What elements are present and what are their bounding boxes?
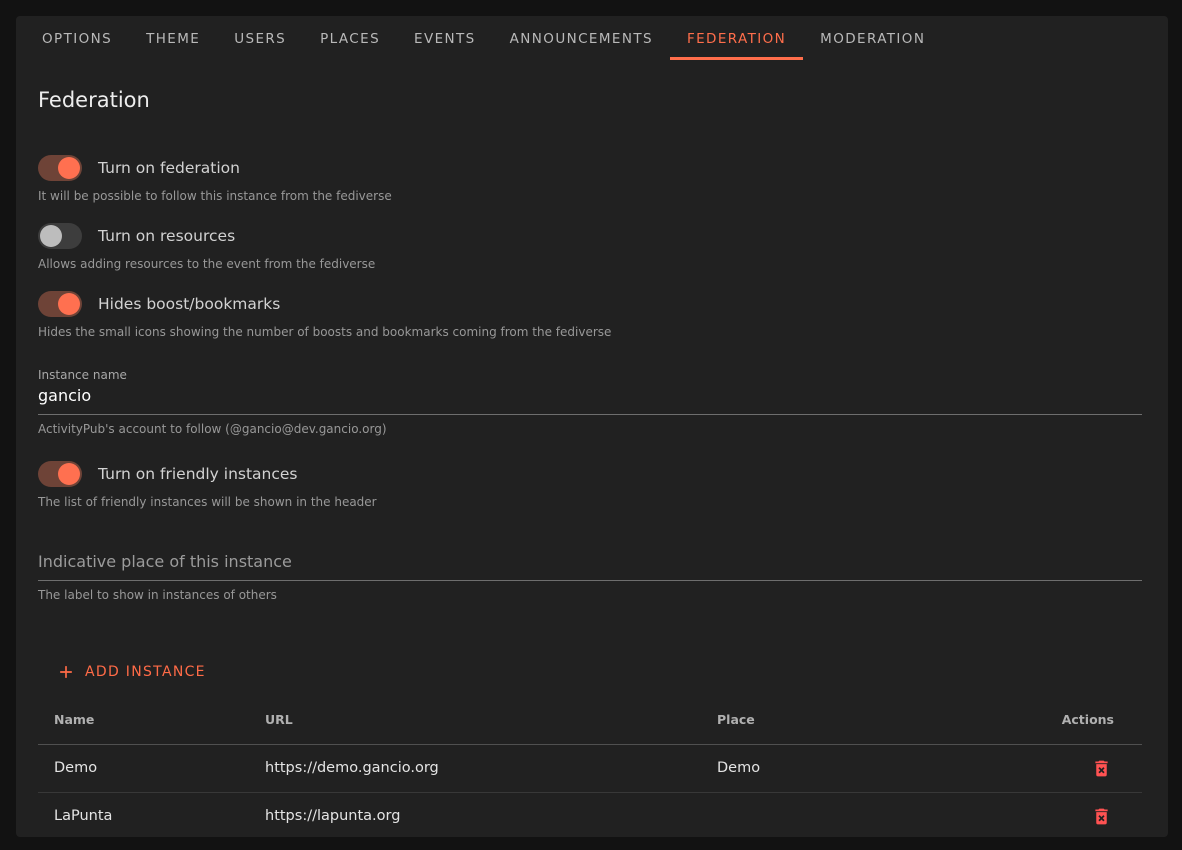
resources-toggle-label: Turn on resources — [98, 227, 235, 245]
instance-name-cell: LaPunta — [38, 792, 249, 837]
trash-delete-forever-icon — [1091, 806, 1112, 827]
column-header-place: Place — [701, 696, 1031, 744]
tab-moderation[interactable]: MODERATION — [803, 16, 942, 62]
admin-panel-card: OPTIONS THEME USERS PLACES EVENTS ANNOUN… — [16, 16, 1168, 837]
toggle-thumb — [58, 293, 80, 315]
friendly-instances-toggle[interactable] — [38, 461, 82, 487]
column-header-name: Name — [38, 696, 249, 744]
tab-users[interactable]: USERS — [217, 16, 303, 62]
trash-delete-forever-icon — [1091, 758, 1112, 779]
tab-federation[interactable]: FEDERATION — [670, 16, 803, 62]
page-title: Federation — [38, 88, 1142, 112]
instance-name-label: Instance name — [38, 368, 127, 382]
delete-instance-button[interactable] — [1089, 756, 1114, 781]
federation-toggle-block: Turn on federation It will be possible t… — [38, 152, 1142, 203]
admin-tabbar: OPTIONS THEME USERS PLACES EVENTS ANNOUN… — [16, 16, 1168, 62]
table-header-row: Name URL Place Actions — [38, 696, 1142, 744]
instance-place-cell: Demo — [701, 744, 1031, 792]
toggle-thumb — [40, 225, 62, 247]
instance-place-input[interactable] — [38, 549, 1142, 581]
instance-place-cell — [701, 792, 1031, 837]
resources-toggle-block: Turn on resources Allows adding resource… — [38, 220, 1142, 271]
friendly-instances-toggle-hint: The list of friendly instances will be s… — [38, 495, 1142, 509]
instance-name-input[interactable] — [38, 383, 1142, 415]
table-row: LaPunta https://lapunta.org — [38, 792, 1142, 837]
tab-theme[interactable]: THEME — [129, 16, 217, 62]
instance-name-field-block: Instance name ActivityPub's account to f… — [38, 364, 1142, 436]
toggle-thumb — [58, 463, 80, 485]
federation-toggle-hint: It will be possible to follow this insta… — [38, 189, 1142, 203]
column-header-url: URL — [249, 696, 701, 744]
friendly-instances-toggle-block: Turn on friendly instances The list of f… — [38, 458, 1142, 509]
instance-url-cell: https://lapunta.org — [249, 792, 701, 837]
federation-toggle-label: Turn on federation — [98, 159, 240, 177]
add-instance-button[interactable]: ADD INSTANCE — [48, 656, 214, 688]
hide-boost-toggle-label: Hides boost/bookmarks — [98, 295, 280, 313]
instance-url-cell: https://demo.gancio.org — [249, 744, 701, 792]
federation-settings-panel: Federation Turn on federation It will be… — [16, 62, 1168, 837]
hide-boost-toggle-hint: Hides the small icons showing the number… — [38, 325, 1142, 339]
hide-boost-toggle[interactable] — [38, 291, 82, 317]
instance-place-hint: The label to show in instances of others — [38, 588, 1142, 602]
tab-announcements[interactable]: ANNOUNCEMENTS — [493, 16, 670, 62]
resources-toggle-hint: Allows adding resources to the event fro… — [38, 257, 1142, 271]
plus-icon — [56, 662, 76, 682]
column-header-actions: Actions — [1031, 696, 1142, 744]
delete-instance-button[interactable] — [1089, 804, 1114, 829]
table-row: Demo https://demo.gancio.org Demo — [38, 744, 1142, 792]
tab-places[interactable]: PLACES — [303, 16, 397, 62]
toggle-thumb — [58, 157, 80, 179]
instance-name-hint: ActivityPub's account to follow (@gancio… — [38, 422, 1142, 436]
tab-events[interactable]: EVENTS — [397, 16, 493, 62]
instance-name-cell: Demo — [38, 744, 249, 792]
tab-options[interactable]: OPTIONS — [25, 16, 129, 62]
friendly-instances-toggle-label: Turn on friendly instances — [98, 465, 298, 483]
instance-place-field-block: The label to show in instances of others — [38, 549, 1142, 602]
federation-toggle[interactable] — [38, 155, 82, 181]
resources-toggle[interactable] — [38, 223, 82, 249]
add-instance-button-label: ADD INSTANCE — [85, 664, 206, 680]
instances-table: Name URL Place Actions Demo https://demo… — [38, 696, 1142, 837]
hide-boost-toggle-block: Hides boost/bookmarks Hides the small ic… — [38, 288, 1142, 339]
